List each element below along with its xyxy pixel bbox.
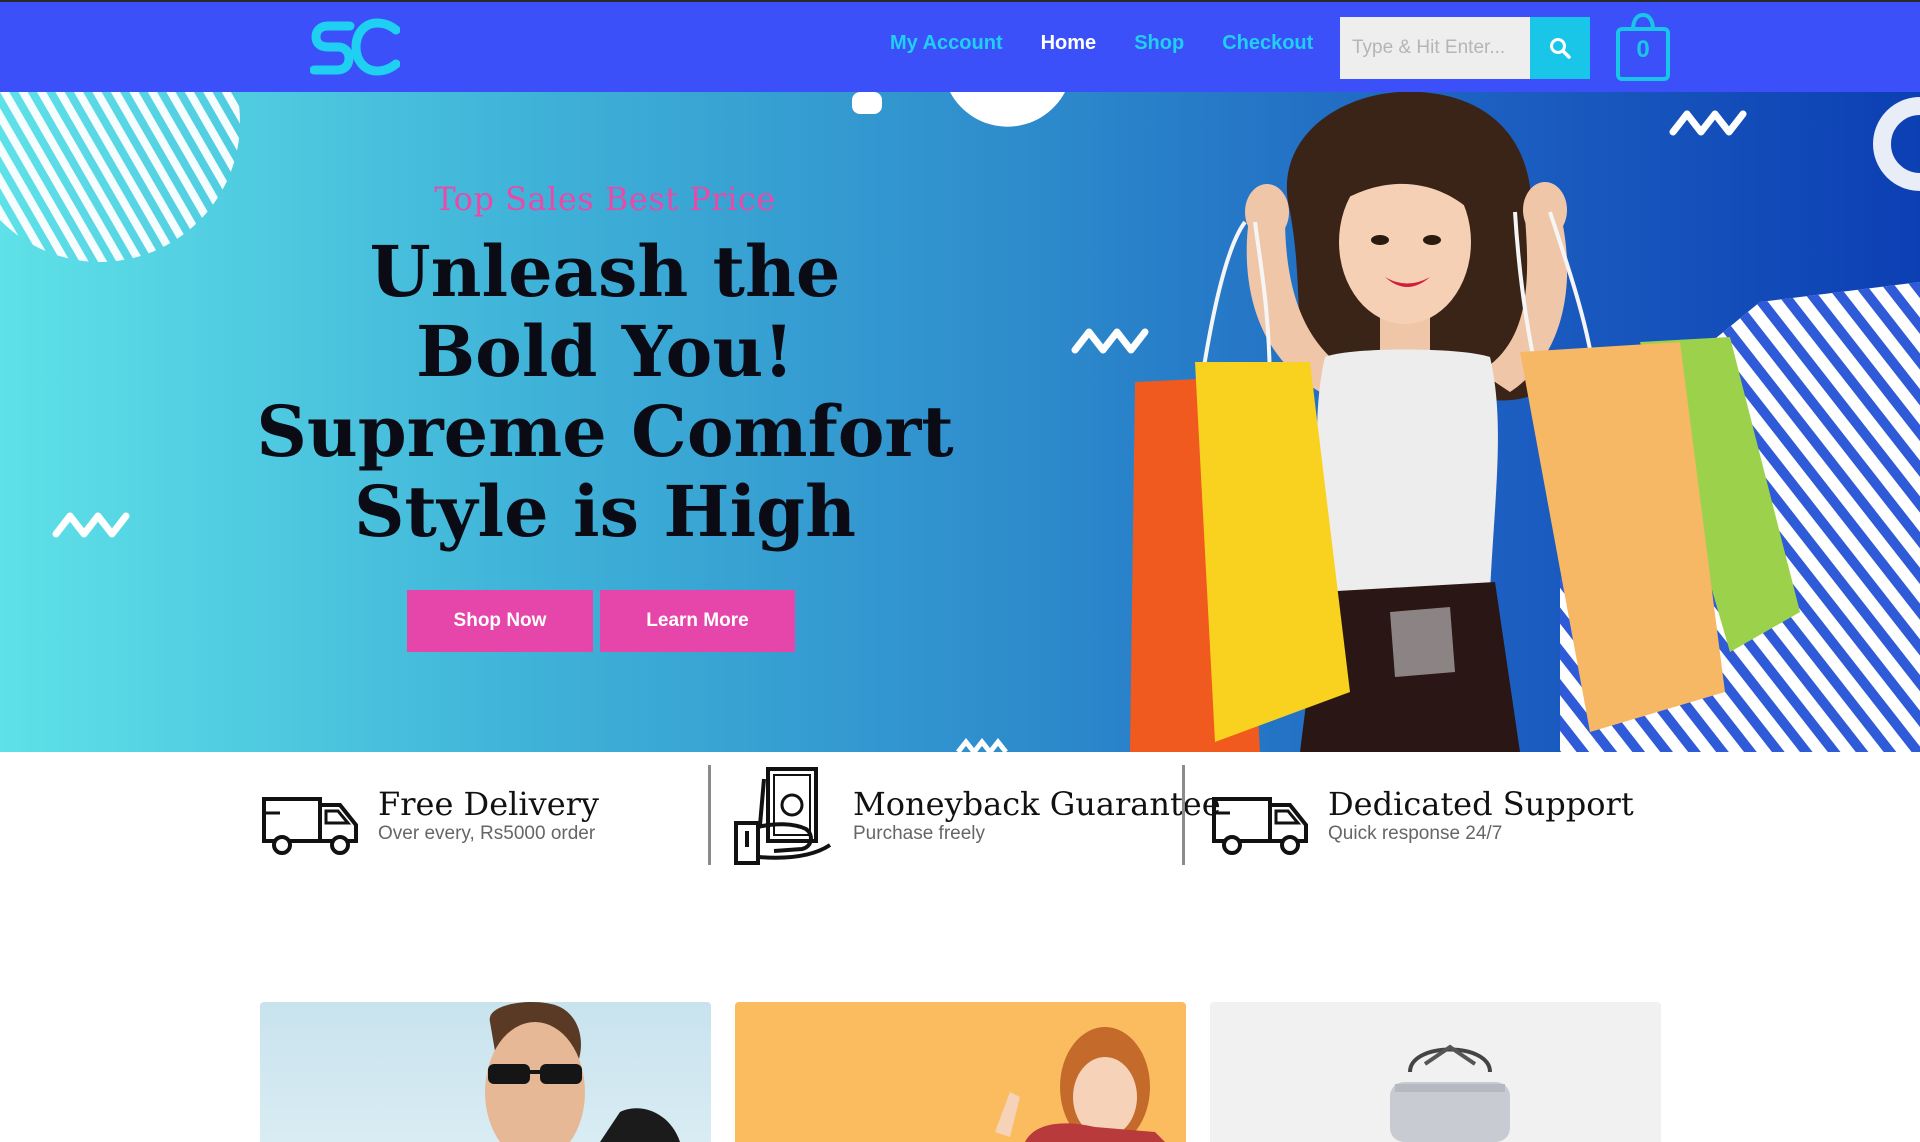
hero-title-line: Bold You! [416,310,794,393]
cart-count: 0 [1636,36,1650,63]
money-hand-icon [734,767,832,865]
hero-text-block: Top Sales Best Price Unleash the Bold Yo… [220,180,990,552]
category-card-men[interactable] [260,1002,711,1142]
hero-title-line: Style is High [354,470,856,553]
logo[interactable] [310,16,400,82]
feature-free-delivery: Free Delivery Over every, Rs5000 order [260,765,700,865]
feature-divider [1182,765,1185,865]
hero-banner: Top Sales Best Price Unleash the Bold Yo… [0,92,1920,752]
zigzag-left [52,512,130,538]
feature-subtitle: Purchase freely [853,823,986,844]
delivery-truck-icon [1212,797,1308,855]
delivery-truck-icon [262,797,358,855]
main-nav: My Account Home Shop Checkout [890,32,1313,55]
backpack-image [1390,1044,1510,1142]
site-header: My Account Home Shop Checkout 0 [0,0,1920,92]
features-row: Free Delivery Over every, Rs5000 order M… [260,765,1660,865]
girl-image [995,1027,1165,1142]
hero-model-image [1130,92,1800,752]
nav-home[interactable]: Home [1041,32,1097,55]
feature-title: Free Delivery [378,785,599,823]
category-card-kids[interactable] [735,1002,1186,1142]
man-sunglasses-image [485,1002,680,1142]
feature-title: Moneyback Guarantee [853,785,1221,823]
search-button[interactable] [1530,17,1590,79]
feature-subtitle: Over every, Rs5000 order [378,823,596,844]
search-bar [1340,17,1590,79]
hero-title-line: Supreme Comfort [256,390,954,473]
feature-divider [708,765,711,865]
hero-title: Unleash the Bold You! Supreme Comfort St… [220,232,990,552]
search-icon [1550,38,1571,59]
feature-subtitle: Quick response 24/7 [1328,823,1503,844]
nav-my-account[interactable]: My Account [890,32,1003,55]
hero-subtitle: Top Sales Best Price [434,180,776,218]
nav-shop[interactable]: Shop [1134,32,1184,55]
learn-more-button[interactable]: Learn More [600,590,795,652]
category-card-bags[interactable] [1210,1002,1661,1142]
shop-now-button[interactable]: Shop Now [407,590,593,652]
nav-checkout[interactable]: Checkout [1222,32,1313,55]
feature-title: Dedicated Support [1328,785,1634,823]
hero-buttons: Shop Now Learn More [407,590,795,652]
hero-title-line: Unleash the [369,230,841,313]
feature-dedicated-support: Dedicated Support Quick response 24/7 [1210,765,1660,865]
cart-button[interactable]: 0 [1614,12,1672,82]
search-input[interactable] [1340,17,1530,79]
feature-moneyback: Moneyback Guarantee Purchase freely [734,765,1221,865]
